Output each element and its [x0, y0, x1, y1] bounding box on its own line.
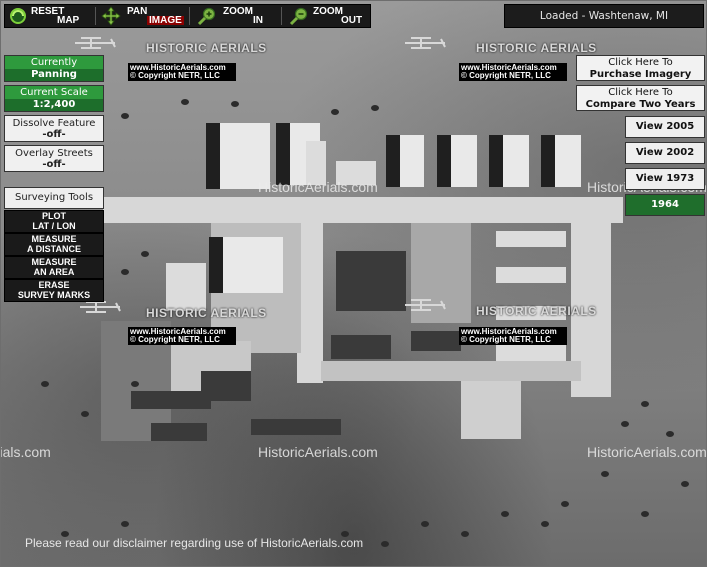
watermark-text: HistoricAerials.com [587, 444, 707, 460]
measure-distance-button[interactable]: MEASURE A DISTANCE [4, 233, 104, 256]
erase-survey-marks-button[interactable]: ERASE SURVEY MARKS [4, 279, 104, 302]
view-2005-button[interactable]: View 2005 [625, 116, 705, 138]
watermark-text: HistoricAerials.com [258, 179, 378, 195]
watermark-copyright: © Copyright NETR, LLC [130, 71, 220, 80]
current-mode-value: Panning [5, 69, 103, 81]
magnifier-plus-icon [197, 7, 216, 26]
tool-label-2: AN AREA [33, 267, 75, 277]
watermark-url-label: www.HistoricAerials.com © Copyright NETR,… [459, 327, 567, 345]
zoom-out-label-1: ZOOM [313, 6, 343, 17]
plot-lat-lon-button[interactable]: PLOT LAT / LON [4, 210, 104, 233]
magnifier-minus-icon [289, 7, 308, 26]
overlay-streets-toggle[interactable]: Overlay Streets -off- [4, 145, 104, 172]
overlay-value: -off- [42, 159, 66, 170]
toolbar-divider [281, 7, 282, 25]
compare-line-2: Compare Two Years [585, 99, 696, 110]
reset-map-button[interactable]: RESET MAP [7, 5, 87, 27]
map-toolbar: RESET MAP PAN IMAGE ZOOM IN ZOOM OUT [4, 4, 371, 28]
tool-label-1: PLOT [42, 211, 66, 221]
watermark-logo: HISTORIC AERIALS [146, 306, 267, 320]
zoom-in-button[interactable]: ZOOM IN [195, 5, 275, 27]
current-scale-value: 1:2,400 [5, 99, 103, 111]
pan-image-button[interactable]: PAN IMAGE [99, 5, 184, 27]
biplane-logo-icon [405, 299, 446, 311]
watermark-url-label: www.HistoricAerials.com © Copyright NETR,… [128, 327, 236, 345]
tool-label-1: ERASE [38, 280, 70, 290]
reset-label-2: MAP [57, 15, 80, 26]
tool-label-1: MEASURE [31, 234, 77, 244]
purchase-imagery-button[interactable]: Click Here To Purchase Imagery [576, 55, 705, 81]
watermark-logo: HISTORIC AERIALS [476, 304, 597, 318]
measure-area-button[interactable]: MEASURE AN AREA [4, 256, 104, 279]
year-1964-button[interactable]: 1964 [625, 194, 705, 216]
watermark-url-label: www.HistoricAerials.com © Copyright NETR,… [459, 63, 567, 81]
pan-label-2: IMAGE [147, 15, 184, 26]
pan-label-1: PAN [127, 6, 148, 17]
compare-years-button[interactable]: Click Here To Compare Two Years [576, 85, 705, 111]
pan-arrows-icon [101, 6, 121, 26]
watermark-copyright: © Copyright NETR, LLC [461, 335, 551, 344]
biplane-logo-icon [75, 37, 116, 49]
overlay-label: Overlay Streets [15, 148, 93, 159]
biplane-logo-icon [405, 37, 446, 49]
watermark-url-label: www.HistoricAerials.com © Copyright NETR,… [128, 63, 236, 81]
current-scale-label: Current Scale [5, 86, 103, 99]
view-2002-button[interactable]: View 2002 [625, 142, 705, 164]
zoom-out-button[interactable]: ZOOM OUT [287, 5, 369, 27]
toolbar-divider [95, 7, 96, 25]
map-viewer: HISTORIC AERIALS www.HistoricAerials.com… [0, 0, 707, 567]
watermark-copyright: © Copyright NETR, LLC [130, 335, 220, 344]
view-1973-button[interactable]: View 1973 [625, 168, 705, 190]
zoom-out-label-2: OUT [341, 15, 363, 26]
purchase-line-1: Click Here To [608, 57, 673, 68]
watermark-text: HistoricAerials.com [0, 444, 51, 460]
reset-globe-icon [10, 8, 26, 24]
tool-label-2: SURVEY MARKS [17, 290, 91, 300]
watermark-copyright: © Copyright NETR, LLC [461, 71, 551, 80]
dissolve-value: -off- [42, 129, 66, 140]
purchase-line-2: Purchase Imagery [589, 69, 692, 80]
current-mode-label: Currently [5, 56, 103, 69]
load-status: Loaded - Washtenaw, MI [504, 4, 704, 28]
watermark-text: HistoricAerials.com [258, 444, 378, 460]
toolbar-divider [189, 7, 190, 25]
watermark-logo: HISTORIC AERIALS [146, 41, 267, 55]
current-scale-box: Current Scale 1:2,400 [4, 85, 104, 112]
tool-label-2: LAT / LON [32, 221, 76, 231]
watermark-logo: HISTORIC AERIALS [476, 41, 597, 55]
disclaimer-link[interactable]: Please read our disclaimer regarding use… [25, 536, 363, 550]
current-mode-box: Currently Panning [4, 55, 104, 82]
zoom-in-label-2: IN [253, 15, 263, 26]
dissolve-feature-toggle[interactable]: Dissolve Feature -off- [4, 115, 104, 142]
tool-label-2: A DISTANCE [27, 244, 81, 254]
zoom-in-label-1: ZOOM [223, 6, 253, 17]
surveying-tools-title: Surveying Tools [4, 187, 104, 209]
dissolve-label: Dissolve Feature [12, 118, 96, 129]
compare-line-1: Click Here To [608, 87, 673, 98]
tool-label-1: MEASURE [31, 257, 77, 267]
